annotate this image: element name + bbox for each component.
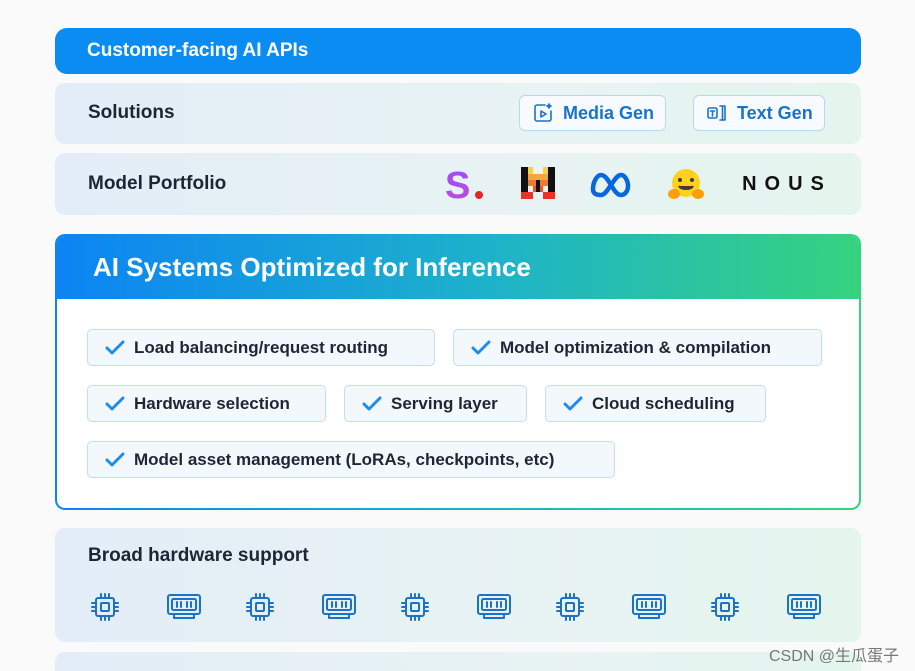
feature-label: Model asset management (LoRAs, checkpoin…	[134, 449, 555, 469]
next-row-partial	[55, 652, 861, 671]
check-icon	[105, 452, 125, 467]
media-gen-button[interactable]: Media Gen	[519, 95, 667, 131]
solutions-row: Solutions Media Gen Text Gen	[55, 83, 861, 144]
feature-label: Load balancing/request routing	[134, 337, 389, 357]
hardware-support-label: Broad hardware support	[88, 545, 309, 566]
stability-logo: S. S	[445, 167, 489, 203]
text-gen-label: Text Gen	[737, 102, 813, 123]
svg-text:S: S	[445, 167, 470, 203]
check-icon	[105, 396, 125, 411]
gpu-card-icon	[476, 590, 512, 627]
customer-facing-apis-bar: Customer-facing AI APIs	[55, 28, 861, 74]
feature-chip-cloud-scheduling: Cloud scheduling	[545, 385, 766, 422]
model-portfolio-label: Model Portfolio	[88, 173, 227, 194]
api-bar-title: Customer-facing AI APIs	[87, 40, 309, 61]
check-icon	[563, 396, 583, 411]
model-portfolio-row: Model Portfolio S. S	[55, 153, 861, 215]
cpu-chip-icon	[398, 590, 432, 629]
feature-chip-serving-layer: Serving layer	[344, 385, 527, 422]
check-icon	[471, 340, 491, 355]
hardware-support-row: Broad hardware support	[55, 528, 861, 642]
media-gen-icon	[534, 103, 552, 122]
mistral-logo	[521, 167, 555, 199]
ai-systems-title: AI Systems Optimized for Inference	[93, 252, 531, 282]
nous-logo: NOUS	[742, 172, 832, 195]
gpu-card-icon	[786, 590, 822, 627]
feature-label: Serving layer	[391, 393, 498, 413]
feature-chip-load-balancing: Load balancing/request routing	[87, 329, 435, 366]
ai-systems-panel: AI Systems Optimized for Inference Load …	[55, 234, 861, 510]
cpu-chip-icon	[243, 590, 277, 629]
gpu-card-icon	[166, 590, 202, 627]
ai-systems-header: AI Systems Optimized for Inference	[57, 236, 859, 299]
cpu-chip-icon	[708, 590, 742, 629]
hugging-face-logo	[666, 167, 706, 203]
cpu-chip-icon	[553, 590, 587, 629]
feature-label: Model optimization & compilation	[500, 337, 772, 357]
text-gen-button[interactable]: Text Gen	[693, 95, 825, 131]
solutions-label: Solutions	[88, 102, 175, 123]
feature-chip-model-optimization: Model optimization & compilation	[453, 329, 822, 366]
check-icon	[362, 396, 382, 411]
media-gen-label: Media Gen	[563, 102, 655, 123]
feature-chip-model-asset-management: Model asset management (LoRAs, checkpoin…	[87, 441, 615, 478]
feature-chip-hardware-selection: Hardware selection	[87, 385, 326, 422]
check-icon	[105, 340, 125, 355]
gpu-card-icon	[631, 590, 667, 627]
text-gen-icon	[707, 105, 726, 121]
feature-label: Cloud scheduling	[592, 393, 735, 413]
watermark: CSDN @生瓜蛋子	[768, 648, 899, 665]
gpu-card-icon	[321, 590, 357, 627]
cpu-chip-icon	[88, 590, 122, 629]
feature-label: Hardware selection	[134, 393, 290, 413]
meta-logo	[588, 167, 634, 199]
